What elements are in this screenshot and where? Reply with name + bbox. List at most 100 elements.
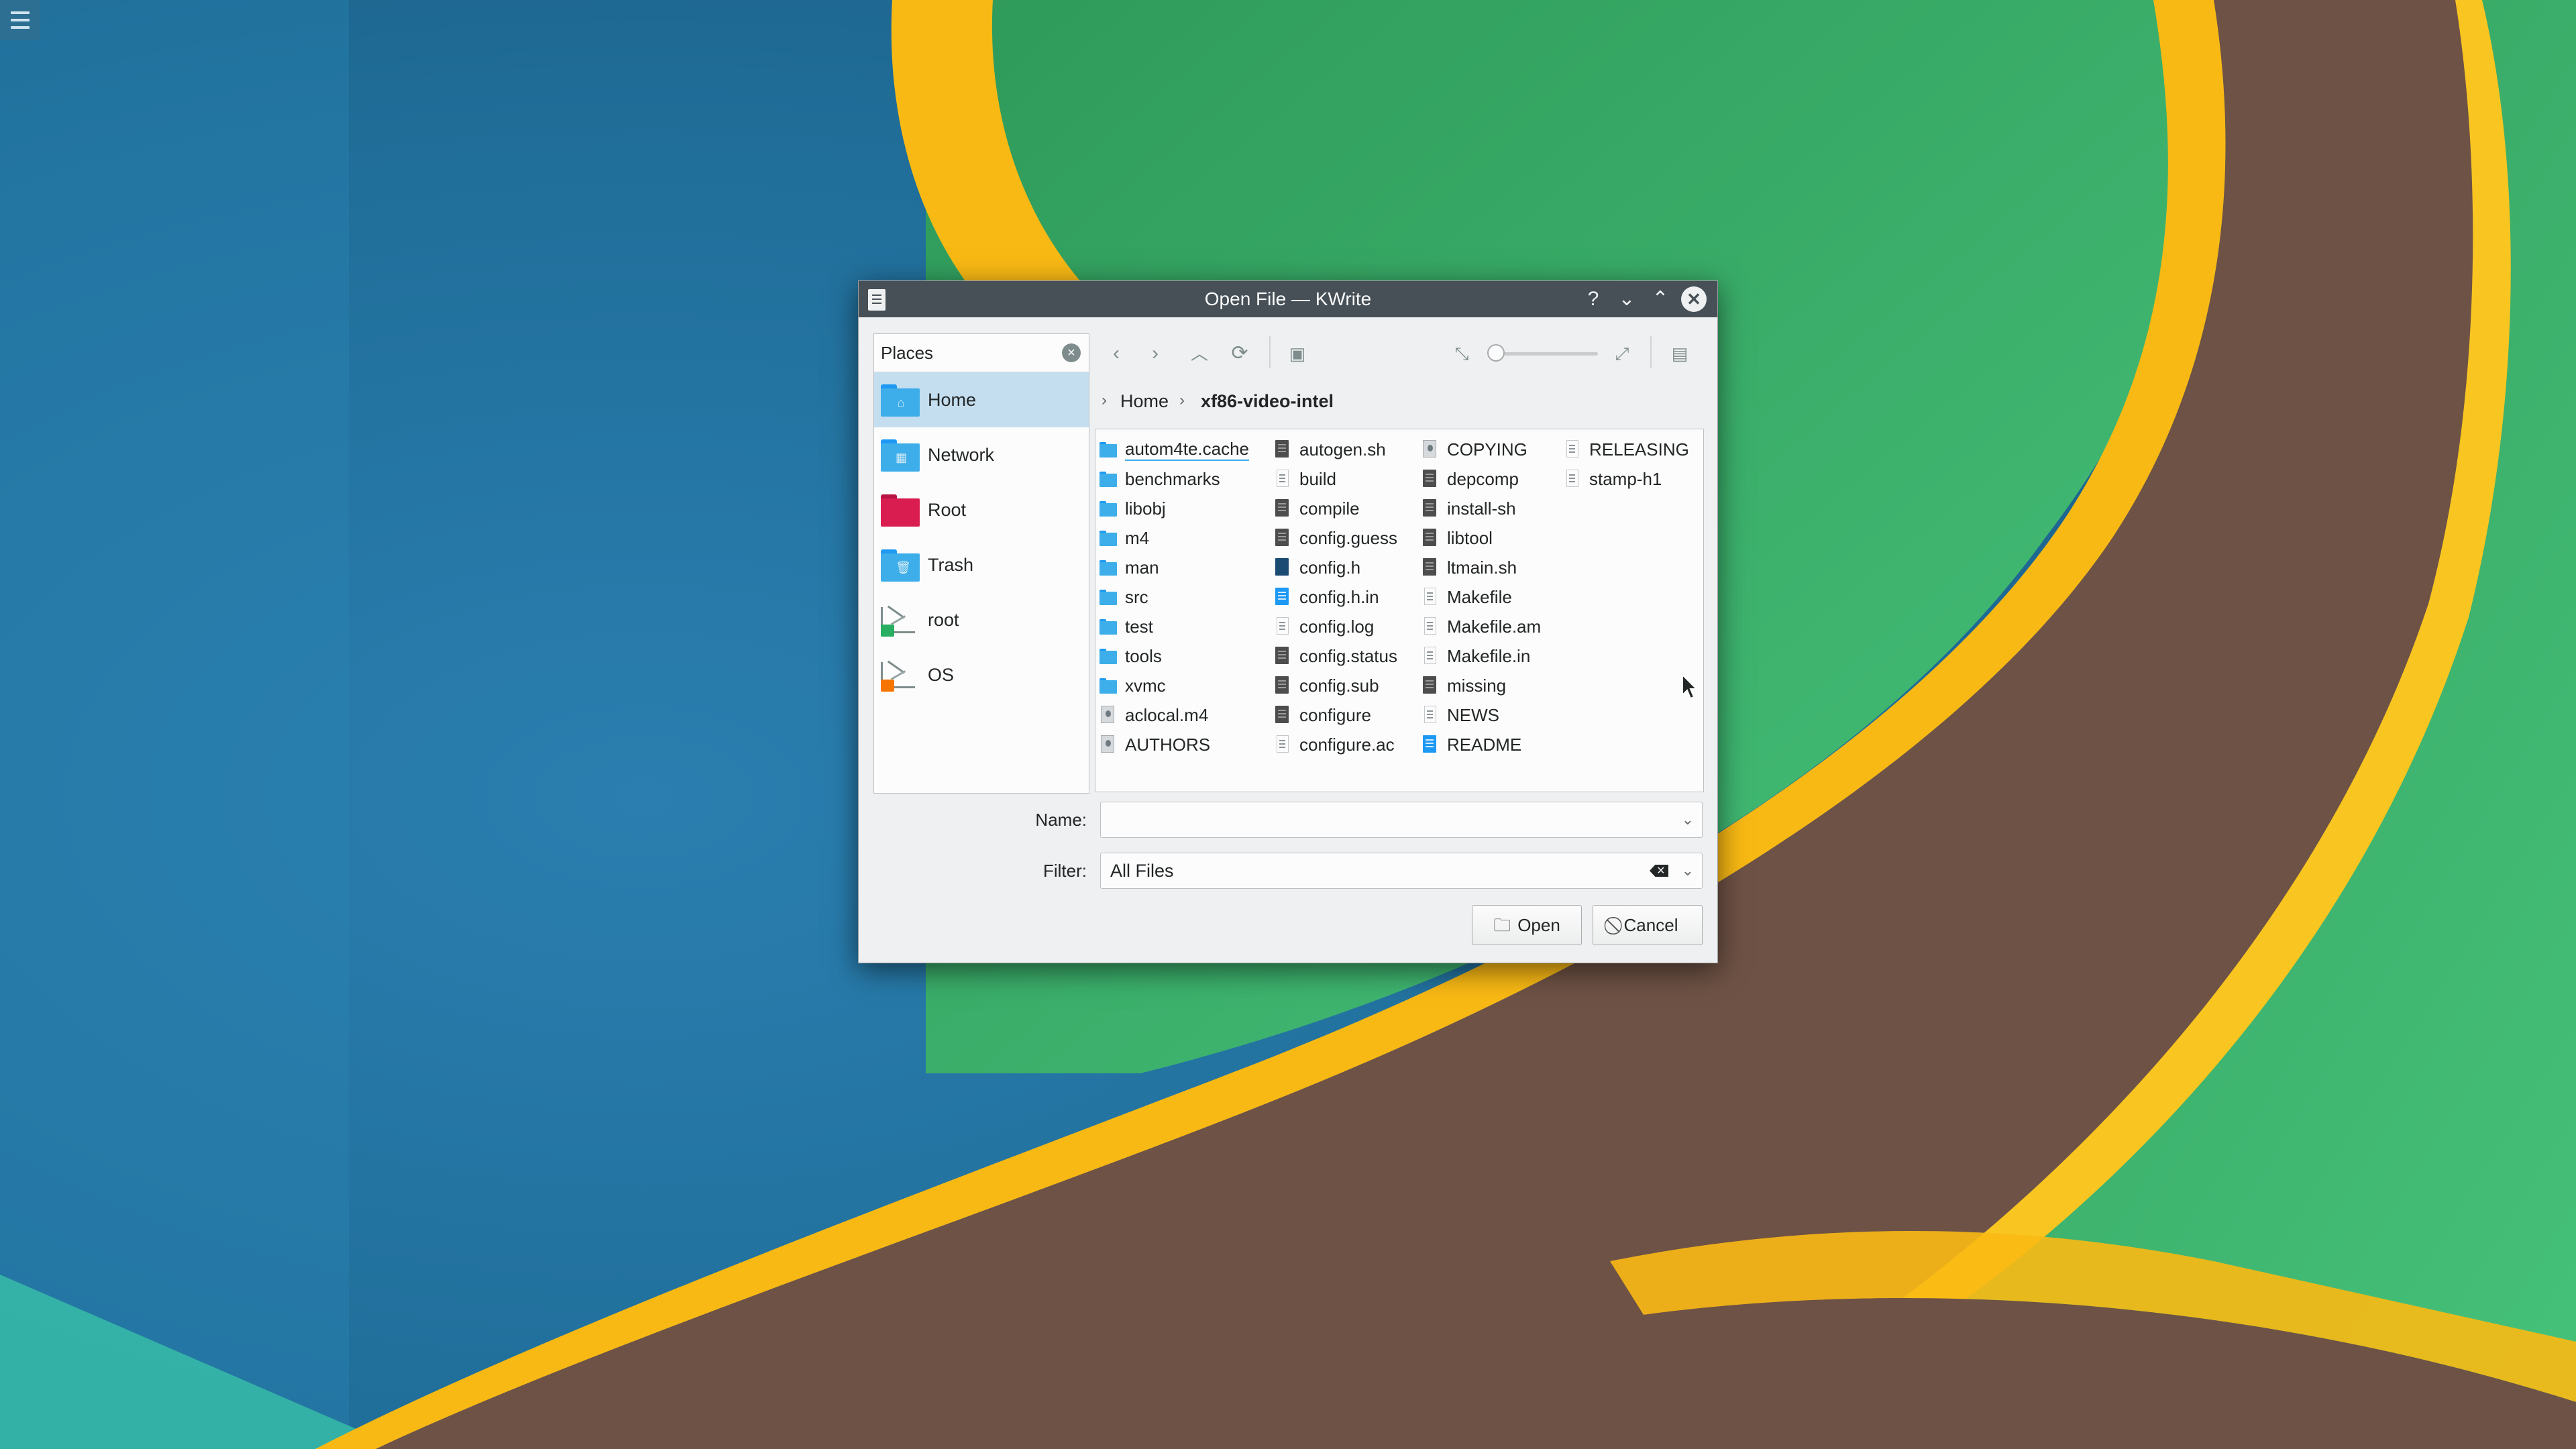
zoom-slider[interactable] bbox=[1487, 344, 1601, 362]
image-preview-icon[interactable]: ▣ bbox=[1283, 339, 1312, 368]
file-item[interactable]: COPYING bbox=[1421, 435, 1541, 464]
file-item[interactable]: Makefile.am bbox=[1421, 612, 1541, 641]
zoom-in-icon[interactable]: ⤢ bbox=[1607, 339, 1637, 368]
folder-icon bbox=[1099, 558, 1117, 577]
navigation-toolbar: ‹ › ︿ ⟳ ▣ ⤡ ⤢ ▤ bbox=[1102, 333, 1705, 374]
file-item[interactable]: Makefile bbox=[1421, 582, 1541, 612]
file-item[interactable]: config.log bbox=[1274, 612, 1397, 641]
drive-icon bbox=[881, 604, 920, 637]
file-item[interactable]: config.sub bbox=[1274, 671, 1397, 700]
file-item[interactable]: tools bbox=[1099, 641, 1249, 671]
zoom-out-icon[interactable]: ⤡ bbox=[1447, 339, 1477, 368]
file-item[interactable]: config.h bbox=[1274, 553, 1397, 582]
breadcrumb-root-chevron-icon[interactable]: › bbox=[1102, 391, 1107, 410]
file-item[interactable]: src bbox=[1099, 582, 1249, 612]
maximize-button[interactable]: ⌃ bbox=[1648, 286, 1673, 312]
panel-options-icon[interactable]: ▤ bbox=[1665, 339, 1695, 368]
cancel-button[interactable]: ⃠Cancel bbox=[1593, 905, 1703, 945]
file-item[interactable]: Makefile.in bbox=[1421, 641, 1541, 671]
place-root-drive[interactable]: root bbox=[874, 592, 1089, 647]
drive-icon bbox=[881, 659, 920, 692]
close-places-icon[interactable]: × bbox=[1062, 343, 1081, 362]
place-network[interactable]: ▦ Network bbox=[874, 427, 1089, 482]
file-item[interactable]: RELEASING bbox=[1564, 435, 1689, 464]
up-arrow-icon[interactable]: ︿ bbox=[1185, 339, 1214, 368]
file-item[interactable]: configure.ac bbox=[1274, 730, 1397, 759]
file-column: autogen.sh build compile config.guess config… bbox=[1274, 435, 1397, 759]
file-item[interactable]: README bbox=[1421, 730, 1541, 759]
back-arrow-icon[interactable]: ‹ bbox=[1102, 339, 1131, 368]
file-item[interactable]: compile bbox=[1274, 494, 1397, 523]
breadcrumb-chevron-icon[interactable]: › bbox=[1179, 391, 1185, 410]
file-item[interactable]: ltmain.sh bbox=[1421, 553, 1541, 582]
file-name: RELEASING bbox=[1589, 439, 1689, 460]
file-item[interactable]: config.guess bbox=[1274, 523, 1397, 553]
close-button[interactable]: ✕ bbox=[1681, 286, 1707, 312]
file-item[interactable]: missing bbox=[1421, 671, 1541, 700]
file-item[interactable]: stamp-h1 bbox=[1564, 464, 1689, 494]
place-label: Root bbox=[928, 499, 967, 520]
file-name: COPYING bbox=[1447, 439, 1527, 460]
file-item[interactable]: configure bbox=[1274, 700, 1397, 730]
file-item[interactable]: libtool bbox=[1421, 523, 1541, 553]
file-name: build bbox=[1299, 468, 1336, 489]
file-item[interactable]: AUTHORS bbox=[1099, 730, 1249, 759]
root-folder-icon bbox=[881, 494, 920, 527]
open-button-label: Open bbox=[1517, 915, 1560, 935]
place-home[interactable]: ⌂ Home bbox=[874, 372, 1089, 427]
file-item[interactable]: m4 bbox=[1099, 523, 1249, 553]
folder-icon bbox=[1099, 588, 1117, 606]
file-item[interactable]: depcomp bbox=[1421, 464, 1541, 494]
places-panel: Places × ⌂ Home ▦ Network Root 🗑 Trash r… bbox=[873, 333, 1089, 794]
file-name: NEWS bbox=[1447, 704, 1499, 725]
file-item[interactable]: benchmarks bbox=[1099, 464, 1249, 494]
open-button[interactable]: 🗀 Open bbox=[1472, 905, 1582, 945]
file-item[interactable]: libobj bbox=[1099, 494, 1249, 523]
help-button[interactable]: ? bbox=[1580, 286, 1606, 312]
file-icon bbox=[1274, 676, 1290, 695]
folder-icon bbox=[1099, 499, 1117, 518]
place-trash[interactable]: 🗑 Trash bbox=[874, 537, 1089, 592]
file-item[interactable]: aclocal.m4 bbox=[1099, 700, 1249, 730]
file-name: Makefile bbox=[1447, 586, 1512, 607]
file-name: autom4te.cache bbox=[1125, 439, 1250, 461]
file-item[interactable]: config.h.in bbox=[1274, 582, 1397, 612]
file-item[interactable]: build bbox=[1274, 464, 1397, 494]
desktop-menu-button[interactable] bbox=[0, 0, 40, 40]
file-name: config.sub bbox=[1299, 675, 1379, 696]
chevron-down-icon[interactable]: ⌄ bbox=[1682, 802, 1694, 837]
filter-combobox[interactable]: All Files ⌄ bbox=[1100, 853, 1703, 889]
file-item[interactable]: test bbox=[1099, 612, 1249, 641]
file-item[interactable]: NEWS bbox=[1421, 700, 1541, 730]
file-item[interactable]: autom4te.cache bbox=[1099, 435, 1250, 464]
name-combobox[interactable]: ⌄ bbox=[1100, 802, 1703, 838]
file-item[interactable]: xvmc bbox=[1099, 671, 1249, 700]
file-name: src bbox=[1125, 586, 1148, 607]
file-list[interactable]: autom4te.cache benchmarks libobj m4 man src te… bbox=[1095, 429, 1704, 792]
cancel-button-label: Cancel bbox=[1623, 915, 1678, 935]
file-icon bbox=[1421, 617, 1438, 636]
file-name: configure bbox=[1299, 704, 1371, 725]
forward-arrow-icon[interactable]: › bbox=[1140, 339, 1170, 368]
clear-text-icon[interactable] bbox=[1650, 865, 1668, 877]
file-item[interactable]: autogen.sh bbox=[1274, 435, 1397, 464]
folder-icon bbox=[1099, 470, 1117, 488]
breadcrumb-home[interactable]: Home bbox=[1120, 391, 1169, 412]
file-icon bbox=[1274, 647, 1290, 665]
file-item[interactable]: install-sh bbox=[1421, 494, 1541, 523]
file-name: libobj bbox=[1125, 498, 1166, 519]
breadcrumb-current[interactable]: xf86-video-intel bbox=[1201, 391, 1334, 412]
file-item[interactable]: config.status bbox=[1274, 641, 1397, 671]
place-os-drive[interactable]: OS bbox=[874, 647, 1089, 702]
chevron-down-icon[interactable]: ⌄ bbox=[1682, 853, 1694, 888]
filter-value[interactable]: All Files bbox=[1110, 861, 1174, 881]
file-item[interactable]: man bbox=[1099, 553, 1249, 582]
title-bar[interactable]: Open File — KWrite ? ⌄ ⌃ ✕ bbox=[859, 281, 1717, 317]
zoom-slider-handle[interactable] bbox=[1487, 344, 1505, 362]
reload-icon[interactable]: ⟳ bbox=[1225, 339, 1254, 368]
mouse-cursor-icon bbox=[1682, 674, 1699, 700]
breadcrumb: › Home › xf86-video-intel bbox=[1102, 388, 1705, 415]
minimize-button[interactable]: ⌄ bbox=[1614, 286, 1640, 312]
file-icon bbox=[1421, 735, 1438, 754]
place-root[interactable]: Root bbox=[874, 482, 1089, 537]
